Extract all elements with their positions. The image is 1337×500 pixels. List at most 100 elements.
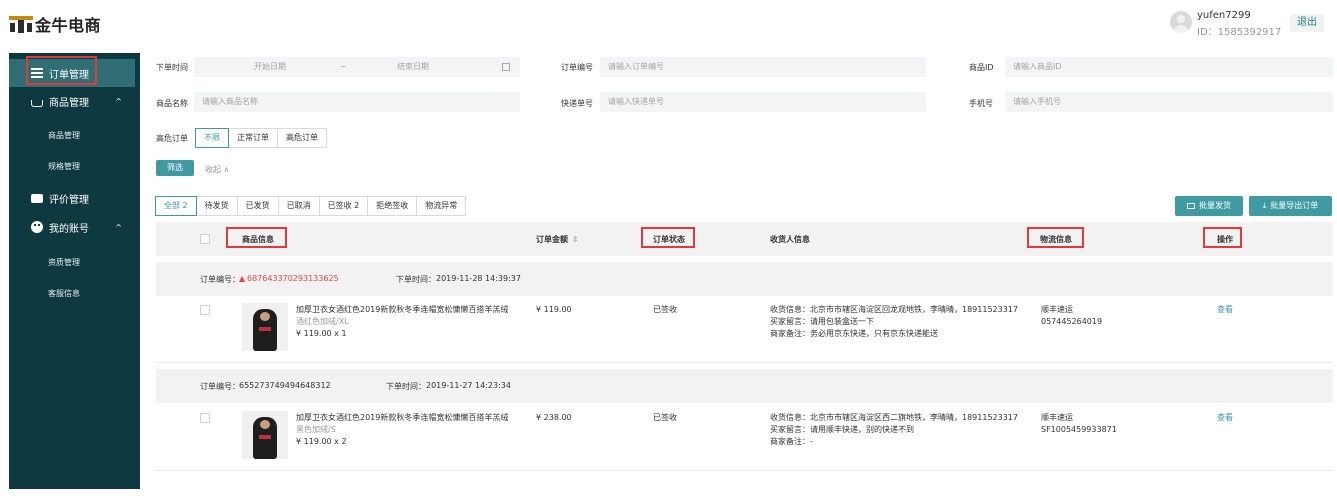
sort-icon[interactable]: ⇕ bbox=[572, 235, 579, 244]
order-no-link[interactable]: 687643370293133625 bbox=[247, 274, 339, 283]
product-thumbnail[interactable] bbox=[242, 303, 288, 351]
risk-label: 高危订单 bbox=[156, 134, 188, 143]
row-divider bbox=[156, 362, 1333, 363]
tracking-input[interactable]: 请输入快递单号 bbox=[600, 92, 926, 112]
tab-logistics-error[interactable]: 物流异常 bbox=[416, 196, 467, 216]
sidebar-subitem-service[interactable]: 客服信息 bbox=[48, 288, 80, 299]
tab-shipped[interactable]: 已发货 bbox=[236, 196, 279, 216]
sidebar-item-account[interactable]: 我的账号 ^ bbox=[9, 213, 140, 241]
logout-button[interactable]: 退出 bbox=[1290, 14, 1324, 32]
order-group-header: 订单编号： 655273749494648312 下单时间： 2019-11-2… bbox=[156, 369, 1333, 403]
batch-export-button[interactable]: ⤓ 批量导出订单 bbox=[1249, 196, 1332, 216]
tab-refused[interactable]: 拒绝签收 bbox=[367, 196, 418, 216]
batch-ship-label: 批量发货 bbox=[1199, 201, 1231, 210]
brand-name: 金牛电商 bbox=[35, 16, 102, 35]
sidebar: 订单管理 商品管理 ^ 商品管理 规格管理 评价管理 我的账号 ^ 资质管理 客… bbox=[9, 53, 140, 489]
batch-export-label: 批量导出订单 bbox=[1270, 201, 1319, 210]
calendar-icon[interactable] bbox=[502, 63, 510, 71]
order-group-header: 订单编号： ▲ 687643370293133625 下单时间： 2019-11… bbox=[156, 262, 1333, 296]
batch-ship-button[interactable]: 批量发货 bbox=[1175, 196, 1243, 216]
sidebar-subitem-qualification[interactable]: 资质管理 bbox=[48, 257, 80, 268]
warning-icon: ▲ bbox=[239, 274, 246, 283]
order-amount: ¥ 238.00 bbox=[536, 413, 572, 422]
chevron-up-icon: ^ bbox=[115, 222, 122, 232]
order-checkbox[interactable] bbox=[200, 413, 210, 423]
end-date-input[interactable]: 结束日期 bbox=[397, 57, 429, 77]
top-bar: 金牛电商 yufen7299 ID：1585392917 退出 bbox=[0, 0, 1337, 46]
order-no-link[interactable]: 655273749494648312 bbox=[239, 381, 331, 390]
risk-option-normal[interactable]: 正常订单 bbox=[228, 128, 278, 148]
sidebar-subitem-specs[interactable]: 规格管理 bbox=[48, 161, 80, 172]
row-divider bbox=[156, 470, 1333, 471]
avatar[interactable] bbox=[1170, 11, 1192, 33]
tab-all[interactable]: 全部 2 bbox=[155, 196, 197, 216]
order-no-label: 订单编号： bbox=[200, 275, 240, 284]
order-time: 2019-11-28 14:39:37 bbox=[436, 274, 521, 283]
filter-button[interactable]: 筛选 bbox=[156, 160, 194, 176]
smiley-icon bbox=[31, 221, 43, 233]
sidebar-item-label: 评价管理 bbox=[49, 194, 89, 206]
order-checkbox[interactable] bbox=[200, 305, 210, 315]
bull-logo-icon bbox=[9, 15, 33, 33]
risk-segmented-control: 不限 正常订单 高危订单 bbox=[195, 128, 327, 148]
view-link[interactable]: 查看 bbox=[1217, 304, 1233, 316]
tracking-label: 快递单号 bbox=[561, 99, 593, 108]
product-price-qty: ¥ 119.00 x 2 bbox=[296, 437, 347, 446]
product-title[interactable]: 加厚卫衣女酒红色2019新款秋冬季连帽宽松慵懒百搭羊羔绒 bbox=[296, 412, 508, 424]
risk-option-high[interactable]: 高危订单 bbox=[277, 128, 327, 148]
carrier: 顺丰速运 bbox=[1041, 413, 1073, 422]
carrier: 顺丰速运 bbox=[1041, 305, 1073, 314]
product-spec: 酒红色加绒/XL bbox=[296, 317, 349, 326]
order-status: 已签收 bbox=[653, 305, 677, 314]
start-date-input[interactable]: 开始日期 bbox=[254, 57, 286, 77]
highlight-box bbox=[641, 227, 695, 248]
risk-option-any[interactable]: 不限 bbox=[195, 128, 229, 148]
tab-pending[interactable]: 待发货 bbox=[195, 196, 238, 216]
brand-logo[interactable]: 金牛电商 bbox=[9, 12, 101, 36]
seller-note: 商家备注：务必用京东快递，只有京东快递能送 bbox=[770, 329, 938, 338]
order-no-label: 订单编号 bbox=[561, 63, 593, 72]
order-time-label: 下单时间： bbox=[396, 275, 436, 284]
highlight-box bbox=[1027, 227, 1084, 248]
download-icon: ⤓ bbox=[1262, 201, 1267, 210]
header-receiver: 收货人信息 bbox=[770, 235, 810, 244]
product-id-input[interactable]: 请输入商品ID bbox=[1005, 57, 1333, 77]
buyer-note: 买家留言：请用顺丰快递，别的快递不到 bbox=[770, 425, 914, 434]
phone-label: 手机号 bbox=[969, 99, 993, 108]
printer-icon bbox=[1187, 203, 1195, 209]
sidebar-item-label: 我的账号 bbox=[49, 223, 89, 235]
product-name-input[interactable]: 请输入商品名称 bbox=[194, 92, 520, 112]
tracking-number: SF1005459933871 bbox=[1041, 425, 1117, 434]
order-status: 已签收 bbox=[653, 413, 677, 422]
receiver-address: 收货信息：北京市市辖区海淀区回龙观地铁，李晴晴，18911523317 bbox=[770, 305, 1018, 314]
highlight-box bbox=[226, 227, 287, 248]
user-id: ID：1585392917 bbox=[1197, 27, 1282, 38]
product-thumbnail[interactable] bbox=[242, 411, 288, 459]
tab-cancelled[interactable]: 已取消 bbox=[277, 196, 320, 216]
tracking-number: 057445264019 bbox=[1041, 317, 1103, 326]
date-range-picker[interactable]: 开始日期 ~ 结束日期 bbox=[194, 57, 520, 77]
chevron-up-icon: ^ bbox=[115, 96, 122, 106]
view-link[interactable]: 查看 bbox=[1217, 412, 1233, 424]
product-title[interactable]: 加厚卫衣女酒红色2019新款秋冬季连帽宽松慵懒百搭羊羔绒 bbox=[296, 304, 508, 316]
collapse-toggle[interactable]: 收起 ∧ bbox=[205, 164, 229, 175]
select-all-checkbox[interactable] bbox=[200, 234, 210, 244]
order-no-label: 订单编号： bbox=[200, 382, 240, 391]
receiver-address: 收货信息：北京市市辖区海淀区西二旗地铁，李晴晴，18911523317 bbox=[770, 413, 1018, 422]
header-amount[interactable]: 订单金额 ⇕ bbox=[536, 234, 579, 245]
order-time: 2019-11-27 14:23:34 bbox=[426, 381, 511, 390]
username: yufen7299 bbox=[1197, 10, 1251, 21]
table-header: 商品信息 订单金额 ⇕ 订单状态 收货人信息 物流信息 操作 bbox=[156, 222, 1333, 256]
order-time-label: 下单时间 bbox=[156, 63, 188, 72]
order-time-label: 下单时间： bbox=[386, 382, 426, 391]
phone-input[interactable]: 请输入手机号 bbox=[1005, 92, 1333, 112]
order-amount: ¥ 119.00 bbox=[536, 305, 572, 314]
sidebar-item-reviews[interactable]: 评价管理 bbox=[9, 184, 140, 212]
sidebar-item-goods[interactable]: 商品管理 ^ bbox=[9, 87, 140, 115]
sidebar-item-label: 商品管理 bbox=[49, 97, 89, 109]
tab-received[interactable]: 已签收 2 bbox=[318, 196, 369, 216]
seller-note: 商家备注：- bbox=[770, 437, 813, 446]
order-no-input[interactable]: 请输入订单编号 bbox=[600, 57, 926, 77]
buyer-note: 买家留言：请用包装盒送一下 bbox=[770, 317, 874, 326]
sidebar-subitem-goods[interactable]: 商品管理 bbox=[48, 130, 80, 141]
